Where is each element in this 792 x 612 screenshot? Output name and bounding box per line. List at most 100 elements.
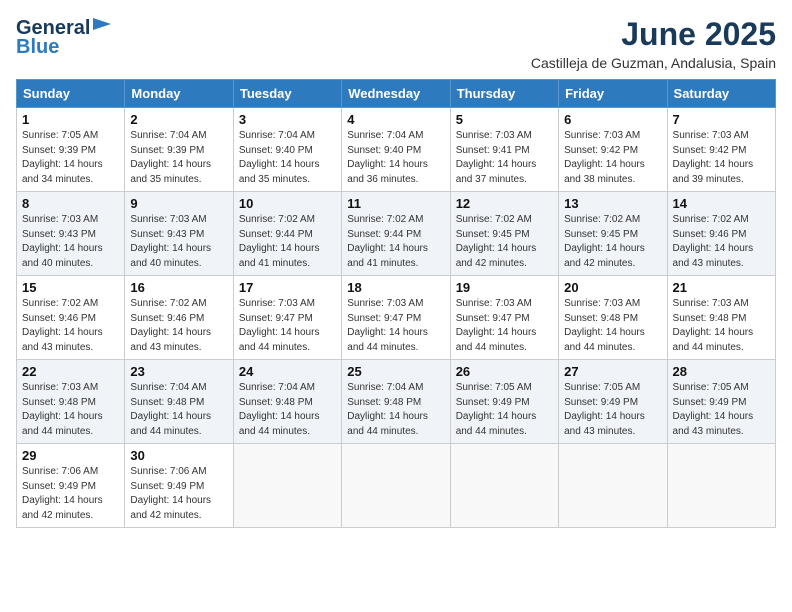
calendar-cell: 4 Sunrise: 7:04 AMSunset: 9:40 PMDayligh… [342, 108, 450, 192]
location-title: Castilleja de Guzman, Andalusia, Spain [531, 55, 776, 71]
page-header: General Blue June 2025 Castilleja de Guz… [16, 16, 776, 71]
day-detail: Sunrise: 7:03 AMSunset: 9:43 PMDaylight:… [130, 213, 227, 271]
calendar-cell: 11 Sunrise: 7:02 AMSunset: 9:44 PMDaylig… [342, 192, 450, 276]
day-number: 24 [239, 364, 336, 379]
calendar-cell: 27 Sunrise: 7:05 AMSunset: 9:49 PMDaylig… [559, 360, 667, 444]
day-detail: Sunrise: 7:04 AMSunset: 9:48 PMDaylight:… [130, 381, 227, 439]
day-detail: Sunrise: 7:05 AMSunset: 9:49 PMDaylight:… [456, 381, 553, 439]
calendar-week-5: 29 Sunrise: 7:06 AMSunset: 9:49 PMDaylig… [17, 444, 776, 528]
calendar-week-1: 1 Sunrise: 7:05 AMSunset: 9:39 PMDayligh… [17, 108, 776, 192]
day-number: 10 [239, 196, 336, 211]
day-number: 15 [22, 280, 119, 295]
day-detail: Sunrise: 7:04 AMSunset: 9:39 PMDaylight:… [130, 129, 227, 187]
calendar-cell: 18 Sunrise: 7:03 AMSunset: 9:47 PMDaylig… [342, 276, 450, 360]
day-number: 2 [130, 112, 227, 127]
day-detail: Sunrise: 7:06 AMSunset: 9:49 PMDaylight:… [130, 465, 227, 523]
day-number: 6 [564, 112, 661, 127]
calendar-cell: 14 Sunrise: 7:02 AMSunset: 9:46 PMDaylig… [667, 192, 775, 276]
logo-flag-icon [91, 16, 113, 38]
day-number: 21 [673, 280, 770, 295]
day-number: 18 [347, 280, 444, 295]
day-detail: Sunrise: 7:06 AMSunset: 9:49 PMDaylight:… [22, 465, 119, 523]
calendar-week-3: 15 Sunrise: 7:02 AMSunset: 9:46 PMDaylig… [17, 276, 776, 360]
calendar-cell: 13 Sunrise: 7:02 AMSunset: 9:45 PMDaylig… [559, 192, 667, 276]
day-number: 19 [456, 280, 553, 295]
weekday-header-row: SundayMondayTuesdayWednesdayThursdayFrid… [17, 80, 776, 108]
day-detail: Sunrise: 7:03 AMSunset: 9:48 PMDaylight:… [564, 297, 661, 355]
calendar-cell: 23 Sunrise: 7:04 AMSunset: 9:48 PMDaylig… [125, 360, 233, 444]
logo-text-block: General Blue [16, 16, 113, 59]
day-number: 14 [673, 196, 770, 211]
weekday-header-sunday: Sunday [17, 80, 125, 108]
day-detail: Sunrise: 7:02 AMSunset: 9:46 PMDaylight:… [130, 297, 227, 355]
calendar-cell: 22 Sunrise: 7:03 AMSunset: 9:48 PMDaylig… [17, 360, 125, 444]
calendar-cell: 19 Sunrise: 7:03 AMSunset: 9:47 PMDaylig… [450, 276, 558, 360]
calendar-cell: 10 Sunrise: 7:02 AMSunset: 9:44 PMDaylig… [233, 192, 341, 276]
day-detail: Sunrise: 7:03 AMSunset: 9:48 PMDaylight:… [673, 297, 770, 355]
day-number: 27 [564, 364, 661, 379]
weekday-header-thursday: Thursday [450, 80, 558, 108]
calendar-cell: 20 Sunrise: 7:03 AMSunset: 9:48 PMDaylig… [559, 276, 667, 360]
calendar-cell: 9 Sunrise: 7:03 AMSunset: 9:43 PMDayligh… [125, 192, 233, 276]
day-detail: Sunrise: 7:03 AMSunset: 9:41 PMDaylight:… [456, 129, 553, 187]
calendar-cell: 6 Sunrise: 7:03 AMSunset: 9:42 PMDayligh… [559, 108, 667, 192]
day-detail: Sunrise: 7:04 AMSunset: 9:48 PMDaylight:… [239, 381, 336, 439]
day-detail: Sunrise: 7:02 AMSunset: 9:45 PMDaylight:… [456, 213, 553, 271]
day-number: 7 [673, 112, 770, 127]
day-number: 20 [564, 280, 661, 295]
calendar-week-2: 8 Sunrise: 7:03 AMSunset: 9:43 PMDayligh… [17, 192, 776, 276]
day-detail: Sunrise: 7:02 AMSunset: 9:44 PMDaylight:… [239, 213, 336, 271]
calendar-cell: 24 Sunrise: 7:04 AMSunset: 9:48 PMDaylig… [233, 360, 341, 444]
day-number: 5 [456, 112, 553, 127]
calendar-cell: 7 Sunrise: 7:03 AMSunset: 9:42 PMDayligh… [667, 108, 775, 192]
day-detail: Sunrise: 7:05 AMSunset: 9:49 PMDaylight:… [673, 381, 770, 439]
calendar-week-4: 22 Sunrise: 7:03 AMSunset: 9:48 PMDaylig… [17, 360, 776, 444]
day-detail: Sunrise: 7:03 AMSunset: 9:42 PMDaylight:… [673, 129, 770, 187]
calendar-cell [667, 444, 775, 528]
day-number: 1 [22, 112, 119, 127]
day-number: 11 [347, 196, 444, 211]
day-detail: Sunrise: 7:05 AMSunset: 9:49 PMDaylight:… [564, 381, 661, 439]
weekday-header-friday: Friday [559, 80, 667, 108]
logo-blue: Blue [16, 36, 59, 59]
calendar-cell: 2 Sunrise: 7:04 AMSunset: 9:39 PMDayligh… [125, 108, 233, 192]
calendar-cell: 21 Sunrise: 7:03 AMSunset: 9:48 PMDaylig… [667, 276, 775, 360]
day-detail: Sunrise: 7:03 AMSunset: 9:43 PMDaylight:… [22, 213, 119, 271]
day-number: 26 [456, 364, 553, 379]
weekday-header-saturday: Saturday [667, 80, 775, 108]
weekday-header-tuesday: Tuesday [233, 80, 341, 108]
day-detail: Sunrise: 7:05 AMSunset: 9:39 PMDaylight:… [22, 129, 119, 187]
day-number: 28 [673, 364, 770, 379]
day-detail: Sunrise: 7:03 AMSunset: 9:48 PMDaylight:… [22, 381, 119, 439]
day-number: 22 [22, 364, 119, 379]
day-detail: Sunrise: 7:03 AMSunset: 9:42 PMDaylight:… [564, 129, 661, 187]
day-detail: Sunrise: 7:02 AMSunset: 9:44 PMDaylight:… [347, 213, 444, 271]
calendar-cell: 30 Sunrise: 7:06 AMSunset: 9:49 PMDaylig… [125, 444, 233, 528]
calendar-cell: 15 Sunrise: 7:02 AMSunset: 9:46 PMDaylig… [17, 276, 125, 360]
calendar-table: SundayMondayTuesdayWednesdayThursdayFrid… [16, 79, 776, 528]
day-number: 12 [456, 196, 553, 211]
calendar-cell: 8 Sunrise: 7:03 AMSunset: 9:43 PMDayligh… [17, 192, 125, 276]
day-detail: Sunrise: 7:02 AMSunset: 9:46 PMDaylight:… [673, 213, 770, 271]
calendar-cell [233, 444, 341, 528]
logo: General Blue [16, 16, 113, 59]
day-number: 25 [347, 364, 444, 379]
day-number: 17 [239, 280, 336, 295]
day-number: 29 [22, 448, 119, 463]
day-number: 8 [22, 196, 119, 211]
calendar-cell: 26 Sunrise: 7:05 AMSunset: 9:49 PMDaylig… [450, 360, 558, 444]
calendar-cell [559, 444, 667, 528]
day-detail: Sunrise: 7:03 AMSunset: 9:47 PMDaylight:… [456, 297, 553, 355]
calendar-cell: 17 Sunrise: 7:03 AMSunset: 9:47 PMDaylig… [233, 276, 341, 360]
day-detail: Sunrise: 7:04 AMSunset: 9:40 PMDaylight:… [239, 129, 336, 187]
title-area: June 2025 Castilleja de Guzman, Andalusi… [531, 16, 776, 71]
day-detail: Sunrise: 7:04 AMSunset: 9:40 PMDaylight:… [347, 129, 444, 187]
day-number: 9 [130, 196, 227, 211]
calendar-cell: 12 Sunrise: 7:02 AMSunset: 9:45 PMDaylig… [450, 192, 558, 276]
day-detail: Sunrise: 7:02 AMSunset: 9:45 PMDaylight:… [564, 213, 661, 271]
calendar-cell: 3 Sunrise: 7:04 AMSunset: 9:40 PMDayligh… [233, 108, 341, 192]
day-number: 30 [130, 448, 227, 463]
day-detail: Sunrise: 7:04 AMSunset: 9:48 PMDaylight:… [347, 381, 444, 439]
calendar-cell: 28 Sunrise: 7:05 AMSunset: 9:49 PMDaylig… [667, 360, 775, 444]
calendar-cell [342, 444, 450, 528]
